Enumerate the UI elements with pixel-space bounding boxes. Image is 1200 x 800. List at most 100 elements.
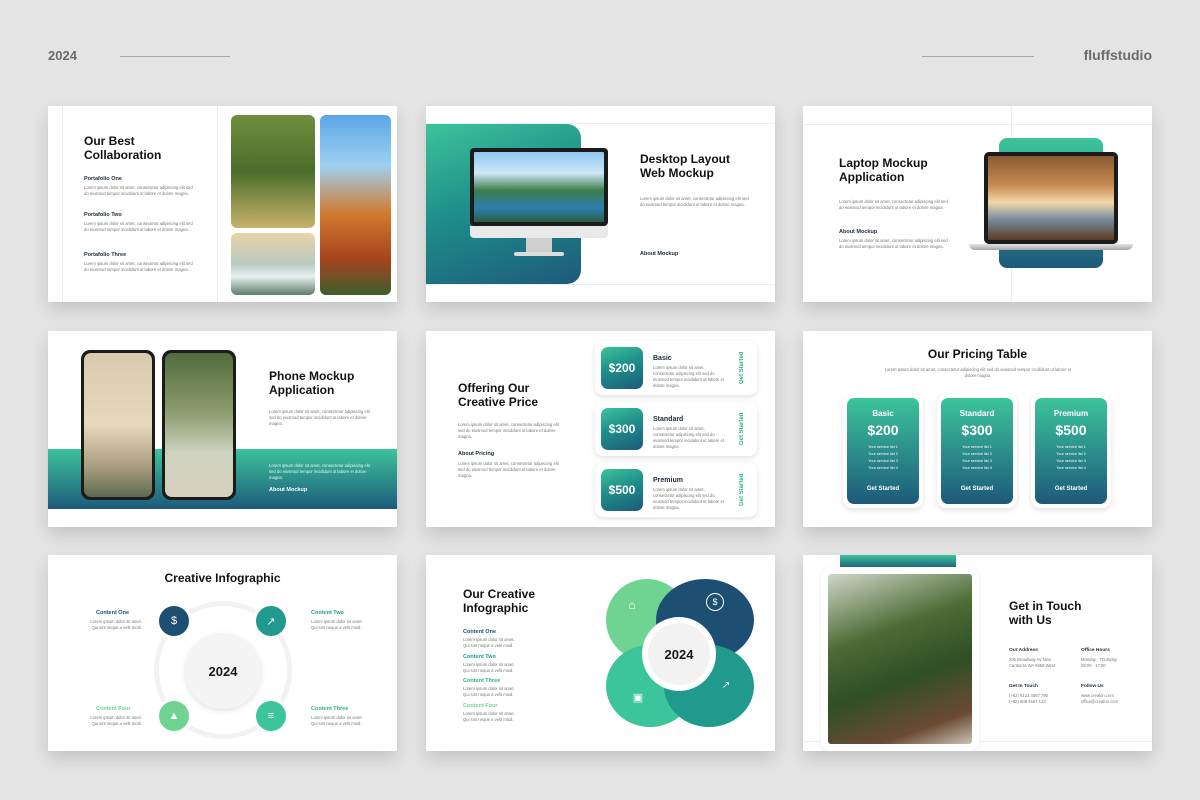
photo-frame	[821, 567, 979, 751]
slide-title: Offering Our Creative Price	[458, 381, 539, 409]
content-text: Lorem ipsum dolor sit amet. Qui sint neq…	[463, 637, 515, 648]
feature-item: Your service list 4	[1056, 466, 1086, 470]
about-mockup-link[interactable]: About Mockup	[640, 251, 678, 257]
plan-card-premium[interactable]: Premium $500 Your service list 1 Your se…	[1031, 394, 1111, 508]
get-started-button[interactable]: Get Started	[847, 486, 919, 492]
slide-creative-infographic[interactable]: Creative Infographic 2024 $ ↗ ▲ ≡ Conten…	[48, 555, 397, 751]
center-year: 2024	[185, 633, 261, 709]
address-label: Our Address	[1009, 648, 1038, 653]
plan-name: Standard	[653, 416, 684, 423]
slide-our-creative-infographic[interactable]: Our Creative Infographic Content One Lor…	[426, 555, 775, 751]
slide-laptop-mockup[interactable]: Laptop Mockup Application Lorem ipsum do…	[803, 106, 1152, 302]
follow-text: www.crealon.com office@crealon.com	[1081, 693, 1118, 704]
get-started-button[interactable]: Get Started	[941, 486, 1013, 492]
plan-price: $300	[961, 422, 993, 438]
content-title: Content One	[96, 610, 129, 616]
plan-text: Lorem ipsum dolor sit amet, consectetur …	[653, 365, 724, 388]
center-year: 2024	[648, 623, 710, 685]
body-text: Lorem ipsum dolor sit amet, consectetur …	[884, 367, 1072, 378]
feature-item: Your service list 3	[962, 459, 992, 463]
content-text: Lorem ipsum dolor sit amet. Qui sint neq…	[90, 715, 142, 726]
get-started-button[interactable]: Get Started	[739, 469, 749, 511]
plan-text: Lorem ipsum dolor sit amet, consectetur …	[653, 487, 724, 510]
content-text: Lorem ipsum dolor sit amet. Qui sint neq…	[463, 686, 515, 697]
body-text: Lorem ipsum dolor sit amet, consectetur …	[458, 422, 559, 439]
band-text: Lorem ipsum dolor sit amet, consectetur …	[269, 463, 370, 480]
slide-desktop-mockup[interactable]: Desktop Layout Web Mockup Lorem ipsum do…	[426, 106, 775, 302]
content-title: Content Four	[96, 706, 131, 712]
feature-item: Your service list 2	[962, 452, 992, 456]
plan-name: Standard	[959, 409, 995, 418]
portfolio-text: Lorem ipsum dolor sit amet, consectetur …	[84, 221, 193, 232]
price-badge: $500	[601, 469, 643, 511]
portfolio-title: Portafolio One	[84, 176, 122, 182]
touch-label: Get In Touch	[1009, 684, 1038, 689]
feature-item: Your service list 2	[1056, 452, 1086, 456]
plan-name: Premium	[1053, 409, 1089, 418]
slide-title: Our Creative Infographic	[463, 587, 536, 615]
content-text: Lorem ipsum dolor sit amet. Qui sint neq…	[90, 619, 142, 630]
slide-offering-price[interactable]: Offering Our Creative Price Lorem ipsum …	[426, 331, 775, 527]
header-year: 2024	[48, 48, 77, 63]
subheading: About Mockup	[839, 229, 878, 235]
portfolio-title: Portafolio Three	[84, 252, 127, 258]
follow-label: Follow Us	[1081, 684, 1104, 689]
brand-logo: fluffstudio	[1083, 47, 1152, 63]
slide-phone-mockup[interactable]: Phone Mockup Application Lorem ipsum dol…	[48, 331, 397, 527]
portfolio-text: Lorem ipsum dolor sit amet, consectetur …	[84, 185, 193, 196]
slide-collaboration[interactable]: Our Best Collaboration Portafolio One Lo…	[48, 106, 397, 302]
bank-icon: ⌂	[628, 598, 636, 612]
phone-text: (+62) 8123 4567 790 (+62) 808 4567 123	[1009, 693, 1049, 704]
feature-item: Your service list 2	[868, 452, 898, 456]
slide-title: Get in Touch with Us	[1009, 599, 1082, 627]
address-text: 205 Broadway Av New Canberra WA 5656 Wes…	[1009, 657, 1056, 668]
price-card-standard[interactable]: $300 Standard Lorem ipsum dolor sit amet…	[595, 402, 757, 456]
content-text: Lorem ipsum dolor sit amet. Qui sint neq…	[463, 662, 515, 673]
slide-pricing-table[interactable]: Our Pricing Table Lorem ipsum dolor sit …	[803, 331, 1152, 527]
header-divider-left	[120, 56, 230, 57]
slide-title: Phone Mockup Application	[269, 369, 355, 397]
subheading: About Pricing	[458, 451, 495, 457]
body-text: Lorem ipsum dolor sit amet, consectetur …	[839, 238, 948, 249]
get-started-button[interactable]: Get Started	[1035, 486, 1107, 492]
slide-title: Desktop Layout Web Mockup	[640, 152, 731, 180]
plant-shop-photo	[828, 574, 972, 744]
plan-card-basic[interactable]: Basic $200 Your service list 1 Your serv…	[843, 394, 923, 508]
slide-contact[interactable]: Get in Touch with Us Our Address 205 Bro…	[803, 555, 1152, 751]
slide-title: Creative Infographic	[164, 571, 281, 585]
slide-title: Our Pricing Table	[927, 347, 1028, 361]
park-photo	[231, 115, 315, 228]
body-text: Lorem ipsum dolor sit amet, consectetur …	[269, 409, 370, 426]
plan-price: $500	[1055, 422, 1087, 438]
content-title: Content Four	[463, 703, 498, 709]
plan-name: Basic	[872, 409, 894, 418]
hours-label: Office Hours	[1081, 648, 1110, 653]
plan-price: $200	[867, 422, 899, 438]
feature-item: Your service list 1	[1056, 445, 1086, 449]
phone-mockup-left	[81, 350, 155, 500]
phone-mockup-right	[162, 350, 236, 500]
body-text: Lorem ipsum dolor sit amet, consectetur …	[839, 199, 948, 210]
price-badge: $200	[601, 347, 643, 389]
price-card-basic[interactable]: $200 Basic Lorem ipsum dolor sit amet, c…	[595, 341, 757, 395]
get-started-button[interactable]: Get Started	[739, 408, 749, 450]
plan-card-standard[interactable]: Standard $300 Your service list 1 Your s…	[937, 394, 1017, 508]
plan-text: Lorem ipsum dolor sit amet, consectetur …	[653, 426, 724, 449]
growth-person-icon: ↗	[253, 603, 289, 639]
header-divider-right	[922, 56, 1034, 57]
plan-name: Basic	[653, 355, 672, 362]
content-title: Content Three	[311, 706, 349, 712]
venn-diagram: 2024 ⌂ $ ▣ ↗	[606, 579, 754, 727]
body-text: Lorem ipsum dolor sit amet, consectetur …	[640, 196, 749, 207]
feature-item: Your service list 1	[868, 445, 898, 449]
about-mockup-link[interactable]: About Mockup	[269, 487, 307, 493]
portfolio-title: Portafolio Two	[84, 212, 122, 218]
price-badge: $300	[601, 408, 643, 450]
price-card-premium[interactable]: $500 Premium Lorem ipsum dolor sit amet,…	[595, 463, 757, 517]
feature-item: Your service list 3	[1056, 459, 1086, 463]
content-text: Lorem ipsum dolor sit amet. Qui sint neq…	[311, 619, 363, 630]
content-text: Lorem ipsum dolor sit amet. Qui sint neq…	[463, 711, 515, 722]
monitor-mockup	[470, 148, 608, 226]
portfolio-text: Lorem ipsum dolor sit amet, consectetur …	[84, 261, 193, 272]
get-started-button[interactable]: Get Started	[739, 347, 749, 389]
